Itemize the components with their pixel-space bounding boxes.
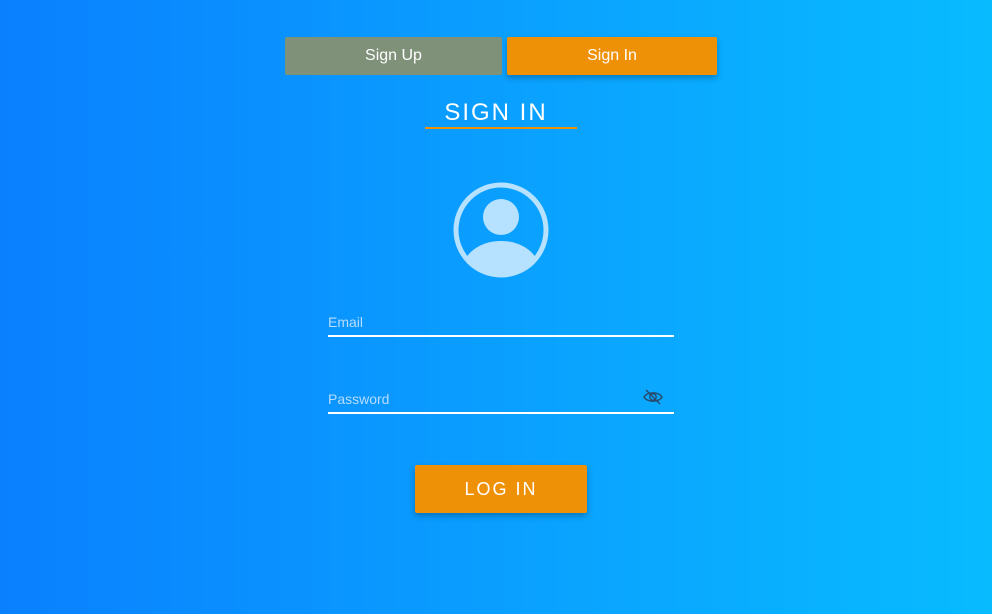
email-input[interactable] <box>328 311 628 333</box>
password-input[interactable] <box>328 388 628 410</box>
sign-in-tab[interactable]: Sign In <box>507 37 717 75</box>
title-underline <box>425 127 577 129</box>
eye-off-icon[interactable] <box>642 388 664 406</box>
auth-tabs: Sign Up Sign In <box>285 37 717 75</box>
login-button[interactable]: LOG IN <box>415 465 587 513</box>
page-title: SIGN IN <box>444 99 548 126</box>
password-field <box>328 384 674 414</box>
user-circle-icon <box>452 181 550 279</box>
sign-up-tab[interactable]: Sign Up <box>285 37 502 75</box>
email-field <box>328 307 674 337</box>
